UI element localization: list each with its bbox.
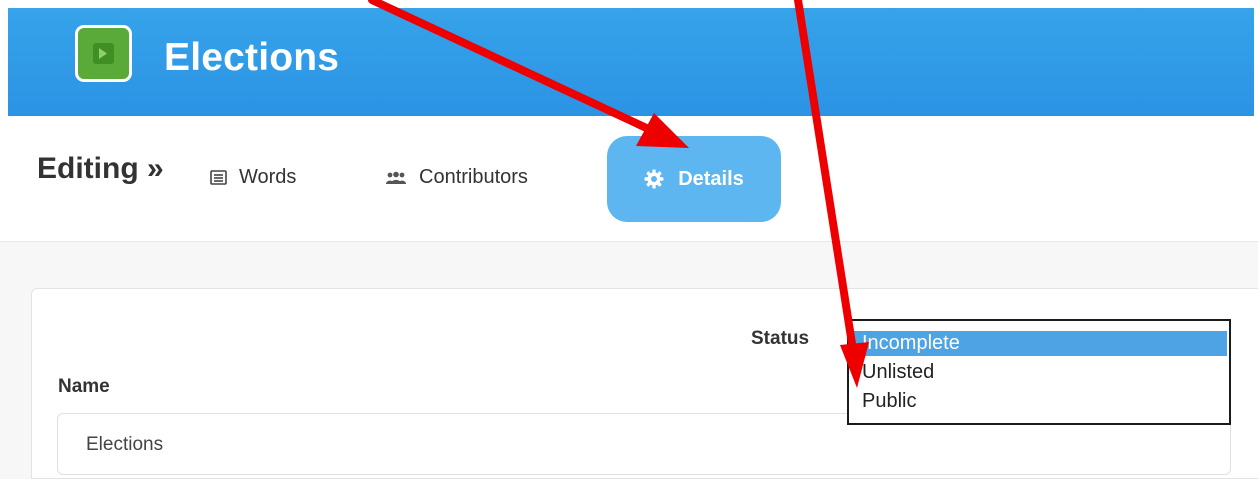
tab-contributors-label: Contributors [419, 166, 528, 188]
name-label: Name [58, 376, 110, 397]
tab-contributors[interactable]: Contributors [385, 166, 528, 189]
app-title: Elections [164, 36, 340, 79]
status-option-public[interactable]: Public [849, 389, 1227, 414]
list-icon [210, 170, 227, 185]
app-logo[interactable] [75, 25, 132, 82]
app-header: Elections [8, 8, 1254, 116]
status-label: Status [751, 328, 810, 349]
status-dropdown[interactable]: Incomplete Unlisted Public [847, 319, 1231, 425]
tab-words-label: Words [239, 166, 297, 188]
gear-icon [644, 169, 664, 189]
users-icon [385, 171, 407, 185]
status-option-incomplete[interactable]: Incomplete [849, 331, 1227, 356]
editing-label: Editing » [37, 152, 164, 185]
tab-details[interactable]: Details [607, 136, 781, 222]
tab-words[interactable]: Words [210, 166, 296, 189]
tab-details-label: Details [678, 167, 744, 190]
app-logo-icon [78, 28, 129, 79]
status-option-unlisted[interactable]: Unlisted [849, 360, 1227, 385]
